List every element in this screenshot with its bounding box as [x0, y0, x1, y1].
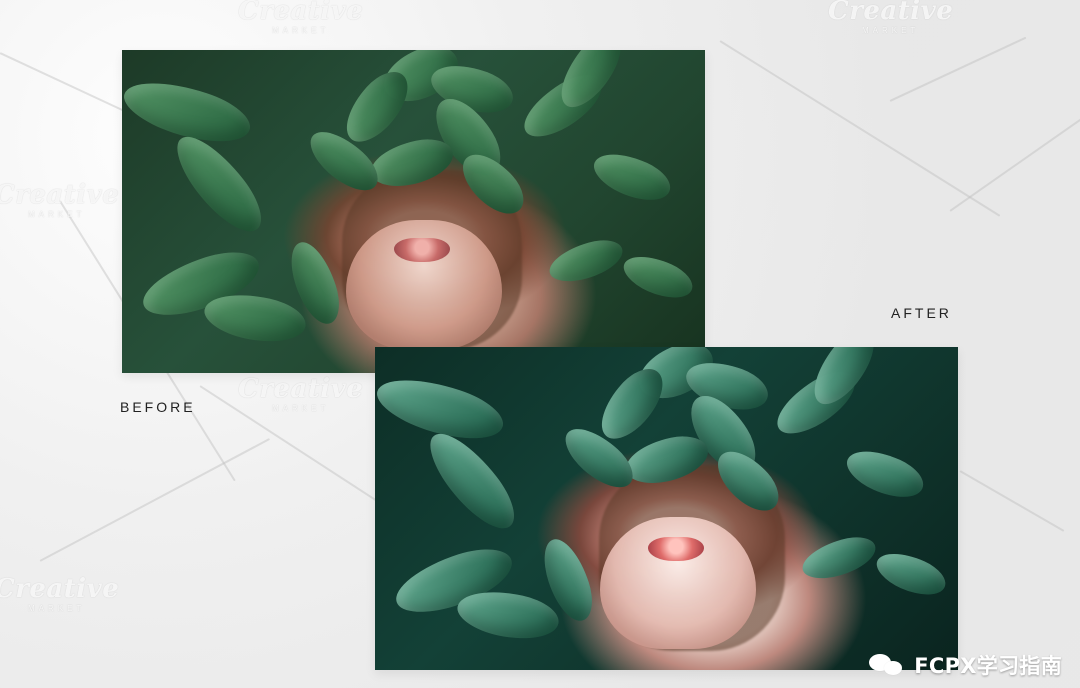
lips	[648, 537, 704, 561]
before-photo	[122, 50, 705, 373]
chat-bubble-small	[884, 661, 903, 675]
leaf	[618, 246, 698, 308]
leaf	[797, 531, 881, 585]
leaf	[871, 543, 951, 605]
leaf	[840, 440, 930, 508]
logo-text: FCPX学习指南	[914, 654, 1062, 678]
after-label: AFTER	[891, 305, 952, 321]
lips	[394, 238, 450, 262]
fcpx-logo: FCPX学习指南	[869, 650, 1062, 680]
leaf	[165, 123, 273, 245]
leaf	[587, 143, 677, 211]
leaf	[544, 234, 628, 288]
wechat-icon	[869, 653, 907, 677]
leaf	[418, 420, 526, 542]
before-label: BEFORE	[120, 399, 196, 415]
comparison-canvas: Creative MARKET Creative MARKET Creative…	[0, 0, 1080, 688]
after-photo	[375, 347, 958, 670]
